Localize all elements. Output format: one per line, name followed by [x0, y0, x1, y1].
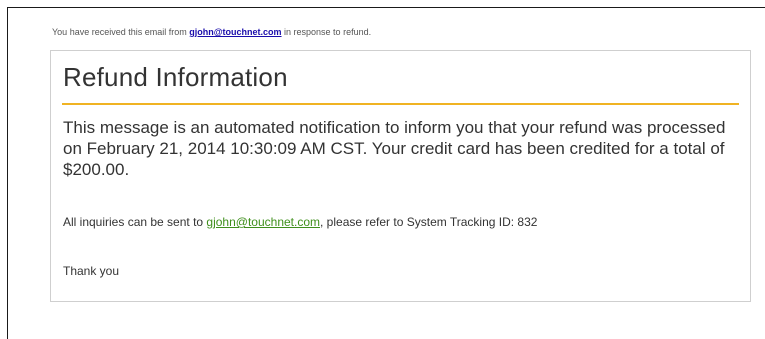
refund-title: Refund Information [63, 62, 288, 92]
notice-suffix: in response to refund. [281, 27, 372, 37]
inquiry-email-link[interactable]: gjohn@touchnet.com [206, 215, 320, 229]
inquiry-line: All inquiries can be sent to gjohn@touch… [63, 215, 537, 229]
refund-card: Refund Information This message is an au… [50, 50, 751, 302]
inquiry-prefix: All inquiries can be sent to [63, 215, 207, 229]
received-notice: You have received this email from gjohn@… [52, 27, 371, 37]
notice-prefix: You have received this email from [52, 27, 190, 37]
inquiry-suffix: , please refer to System Tracking ID: 83… [320, 215, 538, 229]
title-divider [62, 103, 739, 105]
thank-you-text: Thank you [63, 264, 120, 278]
refund-message: This message is an automated notificatio… [63, 118, 726, 179]
sender-email-link[interactable]: gjohn@touchnet.com [189, 27, 281, 37]
